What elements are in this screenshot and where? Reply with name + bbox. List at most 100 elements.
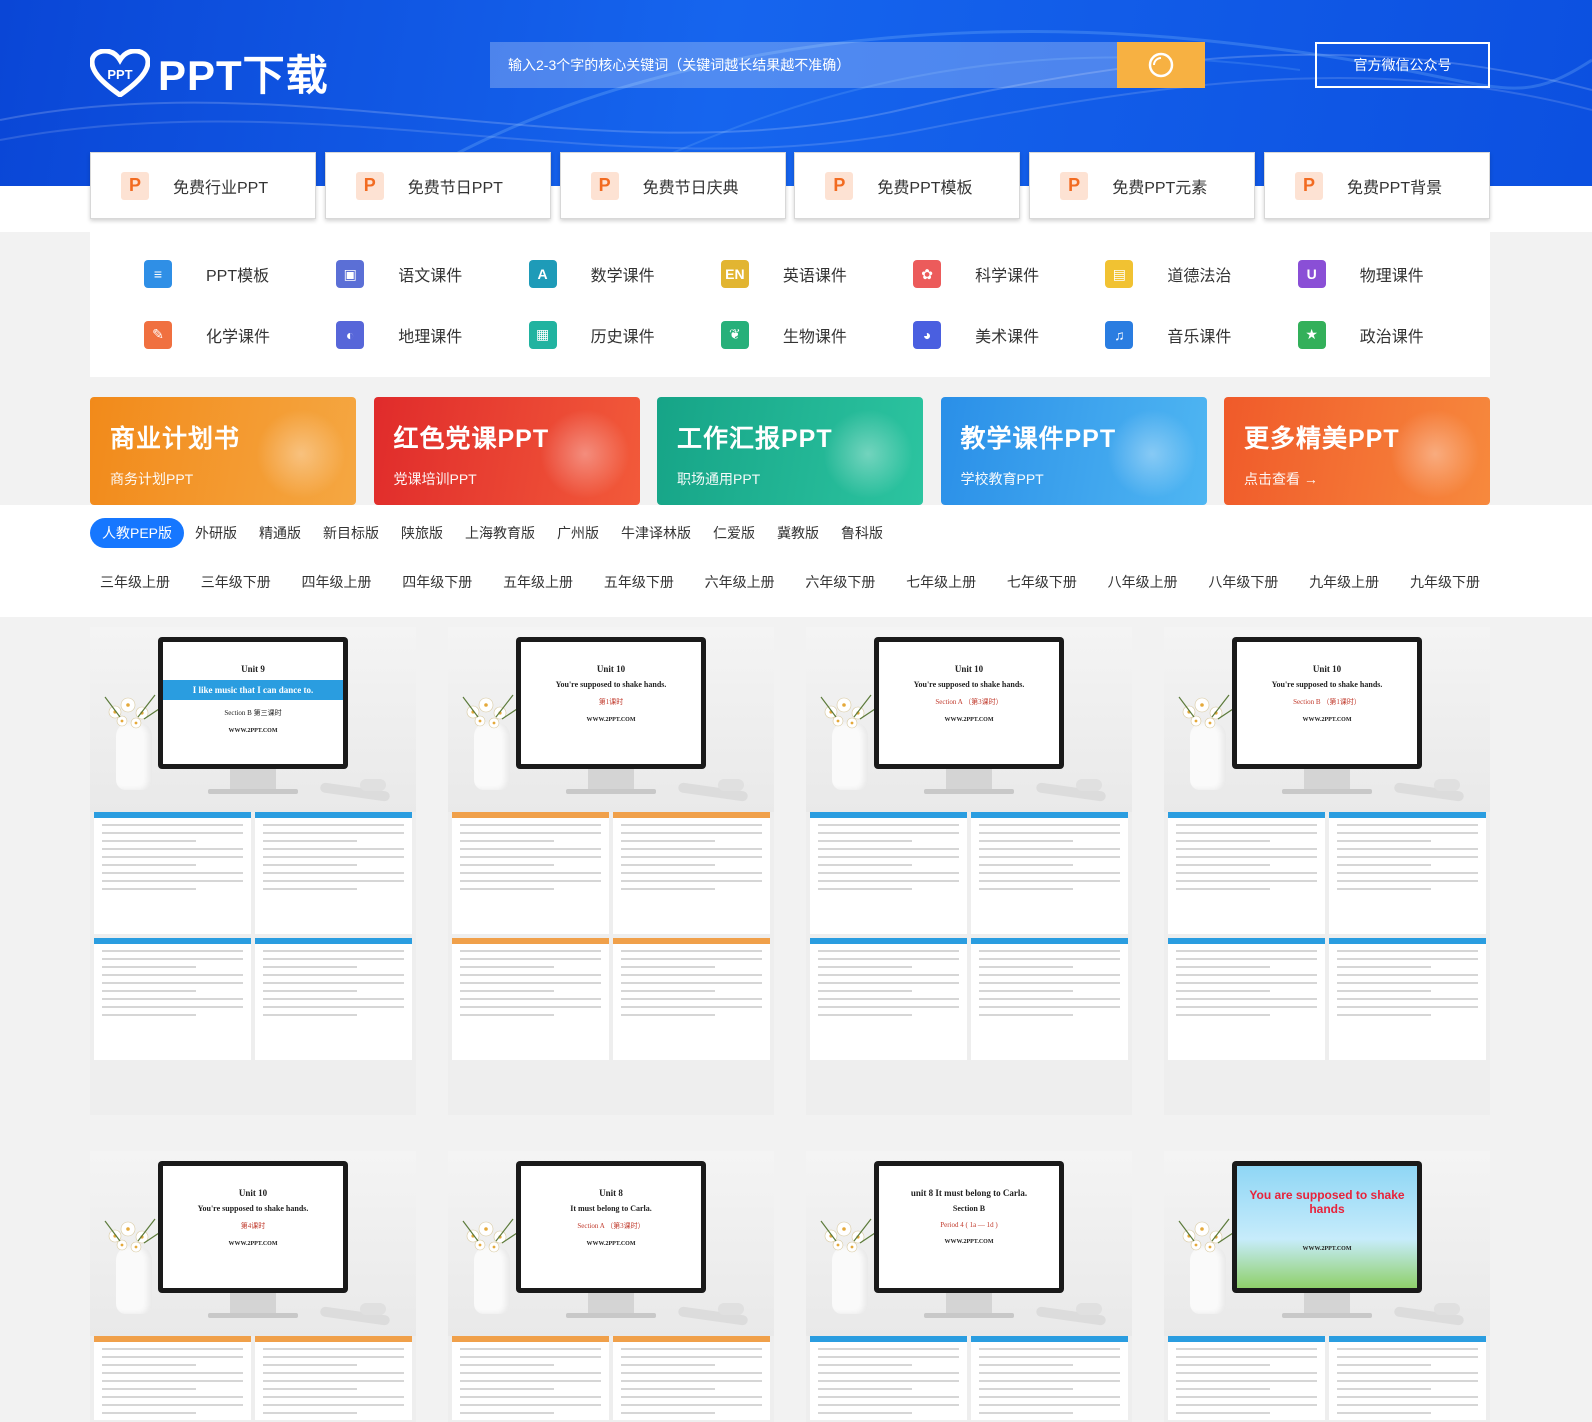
slide-section: Section B （第1课时）	[1293, 698, 1361, 706]
slide-previews	[452, 812, 770, 1060]
subject-icon: ★	[1297, 320, 1326, 349]
courseware-card[interactable]: You are supposed to shake hands WWW.2PPT…	[1164, 1151, 1490, 1422]
edition-tab[interactable]: 人教PEP版	[90, 518, 185, 548]
courseware-card[interactable]: Unit 10 You're supposed to shake hands. …	[1164, 627, 1490, 1115]
monitor-icon: Unit 10 You're supposed to shake hands. …	[874, 637, 1064, 769]
monitor-icon: You are supposed to shake hands WWW.2PPT…	[1232, 1161, 1422, 1293]
category-card-celebration[interactable]: P 免费节日庆典	[559, 152, 786, 219]
grade-tab[interactable]: 九年级下册	[1410, 572, 1480, 592]
slide-section: 第4课时	[240, 1222, 266, 1230]
edition-tab[interactable]: 牛津译林版	[610, 518, 702, 548]
category-label: 免费节日PPT	[407, 179, 503, 197]
monitor-icon: Unit 10 You're supposed to shake hands. …	[158, 1161, 348, 1293]
promo-banner[interactable]: 教学课件PPT 学校教育PPT	[940, 397, 1207, 505]
slide-url: WWW.2PPT.COM	[944, 1239, 994, 1245]
category-card-industry[interactable]: P 免费行业PPT	[90, 152, 316, 219]
grade-tab[interactable]: 五年级上册	[503, 572, 573, 592]
grade-tab[interactable]: 三年级下册	[201, 572, 271, 592]
subject-item[interactable]: ✿ 科学课件	[913, 244, 1105, 305]
banner-illustration-icon	[256, 409, 346, 499]
monitor-stand	[588, 769, 634, 791]
category-card-background[interactable]: P 免费PPT背景	[1263, 152, 1490, 219]
subject-item[interactable]: ♫ 音乐课件	[1105, 305, 1297, 366]
subject-item[interactable]: ★ 政治课件	[1297, 305, 1490, 366]
subject-label: 化学课件	[206, 328, 271, 346]
mouse-icon	[718, 779, 744, 791]
edition-tab[interactable]: 上海教育版	[454, 518, 546, 548]
wechat-account-button[interactable]: 官方微信公众号	[1315, 42, 1490, 88]
slide-preview	[613, 938, 770, 1060]
subject-icon: U	[1297, 260, 1326, 289]
category-card-element[interactable]: P 免费PPT元素	[1029, 152, 1256, 219]
subject-item[interactable]: ✎ 化学课件	[144, 305, 336, 366]
subject-item[interactable]: ◕ 美术课件	[913, 305, 1105, 366]
slide-section: Section A （第3课时）	[935, 698, 1003, 706]
grade-tab[interactable]: 六年级上册	[705, 572, 775, 592]
grade-tab[interactable]: 九年级上册	[1309, 572, 1379, 592]
logo-text: PPT下载	[158, 52, 329, 99]
edition-tab[interactable]: 仁爱版	[702, 518, 766, 548]
grade-tab[interactable]: 三年级上册	[100, 572, 170, 592]
subject-item[interactable]: ▦ 历史课件	[528, 305, 721, 366]
subject-item[interactable]: ▣ 语文课件	[336, 244, 528, 305]
slide-screen: You are supposed to shake hands WWW.2PPT…	[1237, 1166, 1417, 1288]
grade-tab[interactable]: 七年级下册	[1007, 572, 1077, 592]
subject-item[interactable]: ≡ PPT模板	[144, 244, 336, 305]
subject-grid: ≡ PPT模板 ▣ 语文课件 A 数学课件 EN 英语课件 ✿ 科学课件 ▤ 道德法治 U …	[90, 232, 1490, 377]
slide-title: It must belong to Carla.	[570, 1204, 652, 1213]
edition-tab[interactable]: 外研版	[184, 518, 248, 548]
promo-banner[interactable]: 更多精美PPT 点击查看 →	[1224, 397, 1490, 505]
grade-tab[interactable]: 八年级下册	[1208, 572, 1278, 592]
subject-item[interactable]: ❦ 生物课件	[720, 305, 913, 366]
subject-label: 物理课件	[1359, 268, 1424, 286]
grade-tab[interactable]: 六年级下册	[805, 572, 875, 592]
category-label: 免费PPT背景	[1346, 179, 1443, 197]
courseware-card[interactable]: Unit 9 I like music that I can dance to.…	[90, 627, 416, 1115]
slide-preview	[810, 1336, 967, 1420]
courseware-card[interactable]: Unit 10 You're supposed to shake hands. …	[448, 627, 774, 1115]
category-label: 免费PPT元素	[1112, 179, 1208, 197]
search-input[interactable]: 输入2-3个字的核心关键词（关键词越长结果越不准确）	[490, 42, 1117, 88]
monitor-base	[566, 789, 656, 794]
subject-item[interactable]: EN 英语课件	[720, 244, 913, 305]
grade-tab[interactable]: 七年级上册	[906, 572, 976, 592]
promo-banner[interactable]: 工作汇报PPT 职场通用PPT	[657, 397, 923, 505]
grade-tab[interactable]: 五年级下册	[604, 572, 674, 592]
subject-icon: ✿	[913, 260, 942, 289]
monitor-base	[208, 789, 298, 794]
slide-title: I like music that I can dance to.	[163, 680, 343, 700]
edition-tab[interactable]: 新目标版	[312, 518, 390, 548]
edition-tab[interactable]: 陕旅版	[390, 518, 454, 548]
subject-item[interactable]: U 物理课件	[1297, 244, 1490, 305]
grade-tab[interactable]: 四年级下册	[402, 572, 472, 592]
slide-unit: unit 8 It must belong to Carla.	[910, 1188, 1028, 1198]
monitor-base	[208, 1313, 298, 1318]
courseware-card[interactable]: unit 8 It must belong to Carla. Section …	[806, 1151, 1132, 1422]
subject-item[interactable]: ▤ 道德法治	[1105, 244, 1297, 305]
slide-url: WWW.2PPT.COM	[944, 717, 994, 723]
subject-item[interactable]: A 数学课件	[528, 244, 721, 305]
slide-preview	[1168, 812, 1325, 934]
courseware-card[interactable]: Unit 10 You're supposed to shake hands. …	[90, 1151, 416, 1422]
desk-scene: Unit 8 It must belong to Carla. Section …	[448, 1151, 774, 1336]
category-card-holiday[interactable]: P 免费节日PPT	[324, 152, 551, 219]
monitor-icon: Unit 10 You're supposed to shake hands. …	[1232, 637, 1422, 769]
grade-tab[interactable]: 四年级上册	[302, 572, 372, 592]
search-button[interactable]	[1117, 42, 1205, 88]
site-logo[interactable]: PPT PPT下载	[89, 42, 329, 103]
edition-tab[interactable]: 精通版	[248, 518, 312, 548]
subject-item[interactable]: ◐ 地理课件	[336, 305, 528, 366]
edition-tab[interactable]: 广州版	[546, 518, 610, 548]
slide-screen: Unit 10 You're supposed to shake hands. …	[1237, 642, 1417, 764]
category-card-template[interactable]: P 免费PPT模板	[794, 152, 1021, 219]
promo-banner[interactable]: 红色党课PPT 党课培训PPT	[373, 397, 640, 505]
slide-preview	[810, 812, 967, 934]
promo-banner[interactable]: 商业计划书 商务计划PPT	[90, 397, 356, 505]
desk-scene: unit 8 It must belong to Carla. Section …	[806, 1151, 1132, 1336]
grade-tab[interactable]: 八年级上册	[1108, 572, 1178, 592]
edition-tab[interactable]: 冀教版	[766, 518, 830, 548]
courseware-card[interactable]: Unit 8 It must belong to Carla. Section …	[448, 1151, 774, 1422]
slide-section: Section B 第三课时	[224, 709, 282, 717]
courseware-card[interactable]: Unit 10 You're supposed to shake hands. …	[806, 627, 1132, 1115]
edition-tab[interactable]: 鲁科版	[830, 518, 894, 548]
